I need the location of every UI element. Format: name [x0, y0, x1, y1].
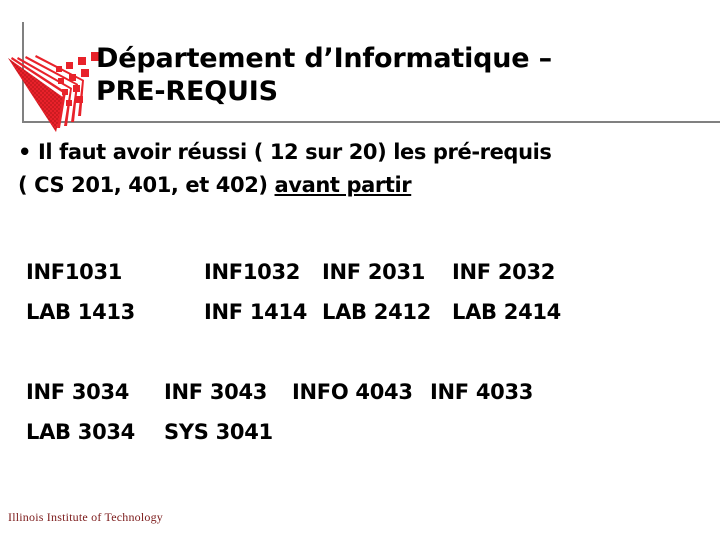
course-row: LAB 3034 SYS 3041	[26, 412, 696, 452]
bullet-line-1: Il faut avoir réussi ( 12 sur 20) les pr…	[38, 140, 552, 164]
course-list-block-2: INF 3034 INF 3043 INFO 4043 INF 4033 LAB 30…	[26, 372, 696, 452]
course-code: INF 3034	[26, 380, 130, 404]
course-code: LAB 2414	[452, 300, 561, 324]
course-code: LAB 2412	[322, 300, 431, 324]
slide-canvas: Département d’Informatique – PRE-REQUIS …	[0, 0, 720, 540]
course-code: INF1032	[204, 260, 301, 284]
course-code: INF 3043	[164, 380, 268, 404]
slide-title: Département d’Informatique – PRE-REQUIS	[96, 43, 552, 107]
bullet-marker-icon: •	[18, 140, 32, 164]
course-code: SYS 3041	[164, 420, 273, 444]
course-list-block-1: INF1031 INF1032 INF 2031 INF 2032 LAB 1413 I…	[26, 252, 696, 332]
bullet-line-2-underlined: avant partir	[274, 173, 412, 197]
course-row: INF1031 INF1032 INF 2031 INF 2032	[26, 252, 696, 292]
course-code: INF1031	[26, 260, 123, 284]
course-code: INF 2032	[452, 260, 556, 284]
course-code: LAB 3034	[26, 420, 135, 444]
bullet-line-2-plain: ( CS 201, 401, et 402)	[18, 173, 275, 197]
course-row: LAB 1413 INF 1414 LAB 2412 LAB 2414	[26, 292, 696, 332]
bullet-paragraph: • Il faut avoir réussi ( 12 sur 20) les p…	[18, 136, 708, 202]
iit-logo-icon	[6, 36, 102, 132]
course-code: INF 1414	[204, 300, 308, 324]
course-code: LAB 1413	[26, 300, 135, 324]
course-code: INFO 4043	[292, 380, 413, 404]
header-horizontal-rule	[22, 121, 720, 123]
slide-body: • Il faut avoir réussi ( 12 sur 20) les p…	[0, 126, 720, 486]
course-code: INF 4033	[430, 380, 534, 404]
course-code: INF 2031	[322, 260, 426, 284]
course-row: INF 3034 INF 3043 INFO 4043 INF 4033	[26, 372, 696, 412]
footer-institution-label: Illinois Institute of Technology	[8, 510, 163, 524]
